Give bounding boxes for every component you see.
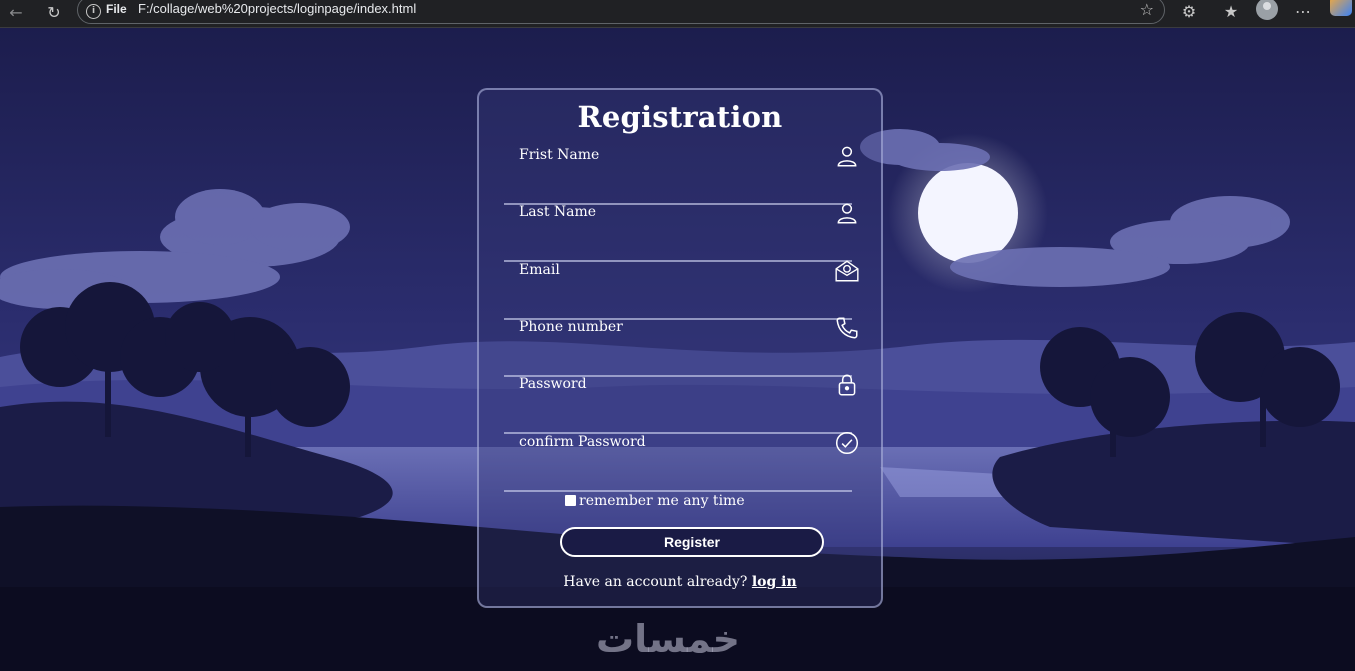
login-link[interactable]: log in	[752, 574, 797, 590]
register-button[interactable]: Register	[560, 527, 824, 557]
favorites-icon[interactable]: ★	[1220, 0, 1242, 24]
more-icon[interactable]: ⋯	[1292, 0, 1314, 24]
check-circle-icon	[835, 431, 859, 455]
login-prompt-line: Have an account already? log in	[479, 574, 881, 590]
field-label: Last Name	[519, 204, 597, 220]
login-prompt: Have an account already?	[563, 574, 748, 590]
copilot-icon[interactable]	[1330, 0, 1352, 16]
form-title: Registration	[577, 100, 783, 134]
remember-me[interactable]: remember me any time	[565, 493, 745, 509]
confirm-password-field[interactable]: confirm Password	[504, 431, 859, 492]
star-icon[interactable]: ☆	[1140, 0, 1154, 19]
user-icon	[837, 203, 857, 224]
browser-toolbar: ← ↻ i File F:/collage/web%20projects/log…	[0, 0, 1355, 28]
field-label: Frist Name	[519, 147, 600, 163]
profile-avatar[interactable]	[1256, 0, 1278, 20]
field-label: Email	[519, 262, 560, 278]
email-icon	[835, 260, 859, 282]
back-icon[interactable]: ←	[6, 3, 26, 23]
watermark-logo: خمسات	[596, 617, 740, 661]
field-underline	[504, 490, 852, 492]
protocol-label: File	[106, 2, 127, 16]
url-text[interactable]: F:/collage/web%20projects/loginpage/inde…	[138, 1, 416, 16]
remember-label: remember me any time	[579, 493, 745, 509]
info-icon[interactable]: i	[86, 4, 101, 19]
password-field[interactable]: Password	[504, 374, 856, 434]
extensions-icon[interactable]: ⚙	[1178, 0, 1200, 24]
field-label: confirm Password	[519, 434, 646, 450]
user-icon	[837, 146, 857, 167]
phone-field[interactable]: Phone number	[504, 317, 858, 377]
email-field[interactable]: Email	[504, 260, 859, 320]
registration-card: Registration Frist Name Last Name Email …	[477, 88, 883, 608]
field-label: Phone number	[519, 319, 623, 335]
last-name-field[interactable]: Last Name	[504, 203, 857, 262]
lock-icon	[838, 374, 856, 396]
first-name-field[interactable]: Frist Name	[504, 146, 857, 205]
moon	[918, 163, 1018, 263]
phone-icon	[836, 317, 858, 339]
address-bar[interactable]: i File F:/collage/web%20projects/loginpa…	[77, 0, 1165, 24]
field-label: Password	[519, 376, 587, 392]
remember-checkbox[interactable]	[565, 495, 576, 506]
reload-icon[interactable]: ↻	[44, 3, 64, 23]
